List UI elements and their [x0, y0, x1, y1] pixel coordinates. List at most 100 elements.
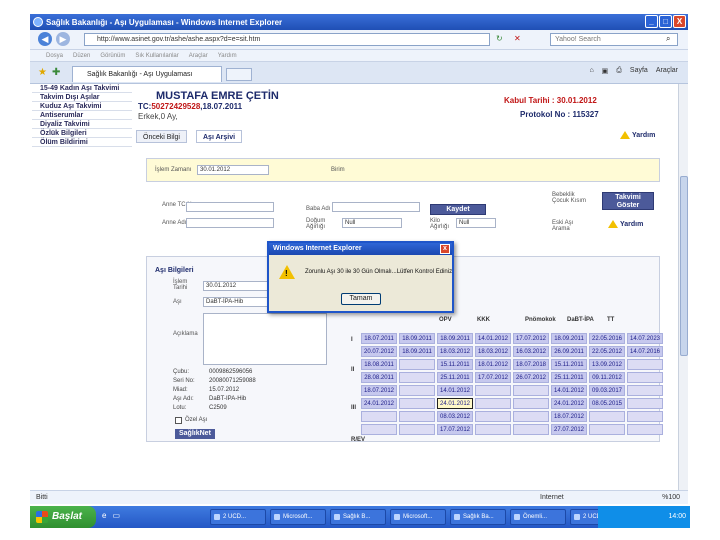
grid-cell[interactable]: 18.07.2011 — [361, 333, 397, 344]
address-input[interactable]: http://www.asinet.gov.tr/ashe/ashe.aspx?… — [84, 33, 490, 46]
taskbar-button[interactable]: Sağlık B... — [330, 509, 386, 525]
grid-cell[interactable]: 22.05.2016 — [589, 333, 625, 344]
grid-cell[interactable] — [627, 385, 663, 396]
aciklama-textarea[interactable] — [203, 313, 327, 365]
anne-adi-input[interactable] — [186, 218, 274, 228]
dialog-close-button[interactable]: x — [440, 244, 450, 254]
grid-cell[interactable]: 18.07.2018 — [513, 359, 549, 370]
grid-cell[interactable]: 24.01.2012 — [551, 398, 587, 409]
grid-cell[interactable]: 28.08.2011 — [361, 372, 397, 383]
grid-cell[interactable] — [399, 385, 435, 396]
grid-cell[interactable]: 18.09.2011 — [437, 333, 473, 344]
menu-item-view[interactable]: Görünüm — [100, 50, 125, 61]
sidebar-item-15-49-kadin[interactable]: 15-49 Kadın Aşı Takvimi — [32, 84, 132, 93]
search-icon[interactable]: ⌕ — [666, 34, 670, 44]
tab-asi-arsivi[interactable]: Aşı Arşivi — [196, 130, 243, 143]
menu-item-help[interactable]: Yardım — [218, 50, 237, 61]
sidebar-item-antiserum[interactable]: Antiserumlar — [32, 111, 132, 120]
dialog-ok-button[interactable]: Tamam — [341, 293, 381, 305]
dogum-agirligi-input[interactable]: Null — [342, 218, 402, 228]
favorites-star-icon[interactable]: ★ — [38, 67, 47, 78]
taskbar-button[interactable]: 2 UCD... — [210, 509, 266, 525]
grid-cell[interactable]: 18.03.2012 — [437, 346, 473, 357]
forward-icon[interactable]: ▶ — [56, 32, 70, 46]
ozel-asi-checkbox[interactable] — [175, 417, 182, 424]
radio-eski-asi[interactable]: Eski Aşı Arama — [552, 220, 592, 232]
close-button[interactable]: X — [673, 15, 686, 28]
sidebar-item-diyaliz[interactable]: Diyaliz Takvimi — [32, 120, 132, 129]
grid-cell[interactable] — [361, 411, 397, 422]
menu-item-edit[interactable]: Düzen — [73, 50, 90, 61]
desktop-quicklaunch-icon[interactable]: ▭ — [112, 511, 120, 520]
anne-tc-input[interactable] — [186, 202, 274, 212]
browser-tab[interactable]: Sağlık Bakanlığı - Aşı Uygulaması — [72, 66, 222, 82]
grid-cell[interactable]: 26.07.2012 — [513, 372, 549, 383]
sidebar-item-kuduz[interactable]: Kuduz Aşı Takvimi — [32, 102, 132, 111]
zoom-level[interactable]: %100 — [662, 491, 680, 504]
print-icon[interactable]: ⎙ — [616, 67, 622, 75]
grid-cell[interactable]: 27.07.2012 — [551, 424, 587, 435]
grid-cell[interactable]: 13.09.2012 — [589, 359, 625, 370]
islem-tarihi-input[interactable]: 30.01.2012 — [203, 281, 275, 291]
grid-cell[interactable] — [513, 385, 549, 396]
grid-cell[interactable] — [513, 424, 549, 435]
grid-cell[interactable]: 18.07.2012 — [361, 385, 397, 396]
grid-cell[interactable]: 14.01.2012 — [437, 385, 473, 396]
help-link-top[interactable]: Yardım — [620, 131, 655, 139]
sidebar-item-ozluk[interactable]: Özlük Bilgileri — [32, 129, 132, 138]
stop-icon[interactable]: ✕ — [514, 34, 521, 43]
grid-cell[interactable] — [589, 424, 625, 435]
grid-cell[interactable]: 15.11.2011 — [437, 359, 473, 370]
grid-cell[interactable] — [399, 398, 435, 409]
grid-cell[interactable] — [399, 372, 435, 383]
grid-cell[interactable] — [513, 398, 549, 409]
grid-cell[interactable]: 14.01.2012 — [551, 385, 587, 396]
radio-bebeklik[interactable]: Bebeklik Çocuk Kısım — [552, 192, 592, 204]
grid-cell[interactable] — [399, 424, 435, 435]
grid-cell[interactable]: 17.07.2012 — [475, 372, 511, 383]
grid-cell[interactable]: 17.07.2012 — [437, 424, 473, 435]
taskbar-button[interactable]: Microsoft... — [270, 509, 326, 525]
refresh-icon[interactable]: ↻ — [496, 34, 503, 43]
grid-cell[interactable] — [627, 411, 663, 422]
grid-cell[interactable] — [589, 411, 625, 422]
grid-cell[interactable] — [475, 411, 511, 422]
grid-cell[interactable] — [399, 411, 435, 422]
grid-cell[interactable] — [627, 372, 663, 383]
help-link-form[interactable]: Yardım — [608, 220, 643, 228]
grid-cell[interactable]: 15.11.2011 — [551, 359, 587, 370]
grid-cell[interactable]: 16.03.2012 — [513, 346, 549, 357]
page-scrollbar[interactable] — [678, 84, 688, 490]
grid-cell[interactable] — [475, 385, 511, 396]
tab-onceki-bilgi[interactable]: Önceki Bilgi — [136, 130, 187, 143]
ie-quicklaunch-icon[interactable]: e — [102, 511, 106, 520]
new-tab-button[interactable] — [226, 68, 252, 81]
grid-cell[interactable] — [475, 424, 511, 435]
grid-cell[interactable]: 25.11.2011 — [551, 372, 587, 383]
grid-cell[interactable]: 22.05.2012 — [589, 346, 625, 357]
grid-cell[interactable]: 18.09.2011 — [551, 333, 587, 344]
tools-menu[interactable]: Araçlar — [656, 67, 678, 75]
start-button[interactable]: Başlat — [30, 506, 96, 528]
sidebar-item-olum[interactable]: Ölüm Bildirimi — [32, 138, 132, 147]
grid-cell[interactable] — [627, 398, 663, 409]
grid-cell[interactable] — [627, 359, 663, 370]
grid-cell[interactable] — [627, 424, 663, 435]
grid-cell[interactable]: 24.01.2012 — [437, 398, 473, 409]
taskbar-button[interactable]: Microsoft... — [390, 509, 446, 525]
back-icon[interactable]: ◀ — [38, 32, 52, 46]
menu-item-tools[interactable]: Araçlar — [189, 50, 208, 61]
kilo-input[interactable]: Null — [456, 218, 496, 228]
grid-cell[interactable]: 18.01.2012 — [475, 359, 511, 370]
grid-cell[interactable]: 24.01.2012 — [361, 398, 397, 409]
grid-cell[interactable]: 09.03.2017 — [589, 385, 625, 396]
menu-item-favorites[interactable]: Sık Kullanılanlar — [135, 50, 178, 61]
page-menu[interactable]: Sayfa — [630, 67, 648, 75]
grid-cell[interactable]: 26.09.2011 — [551, 346, 587, 357]
sidebar-item-takvim-disi[interactable]: Takvim Dışı Aşılar — [32, 93, 132, 102]
taskbar-button[interactable]: Sağlık Ba... — [450, 509, 506, 525]
grid-cell[interactable]: 18.09.2011 — [399, 333, 435, 344]
maximize-button[interactable]: □ — [659, 15, 672, 28]
feeds-icon[interactable]: ▣ — [602, 67, 609, 75]
grid-cell[interactable]: 17.07.2012 — [513, 333, 549, 344]
